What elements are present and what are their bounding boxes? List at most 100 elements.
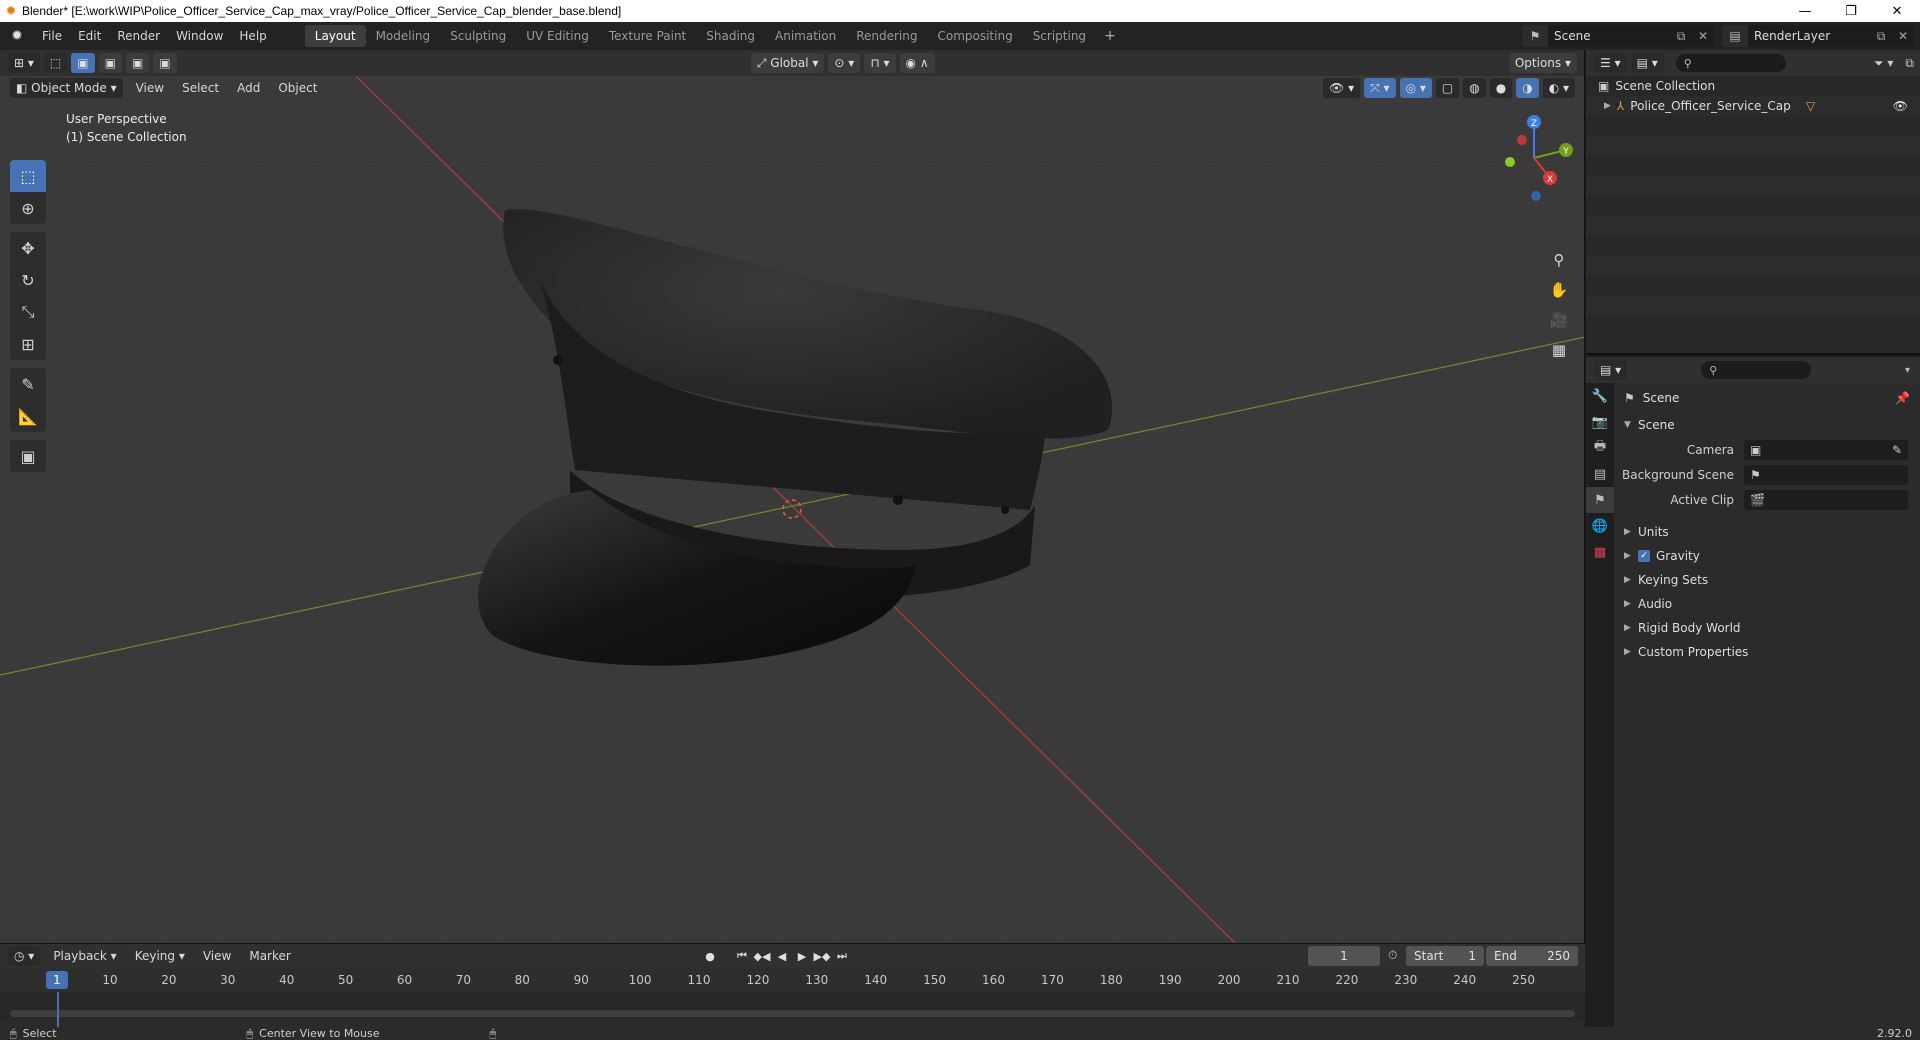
solid-shading-icon[interactable]: ● bbox=[1489, 78, 1513, 98]
gravity-checkbox[interactable]: ✓ bbox=[1638, 550, 1650, 562]
gizmo-neg-x-axis[interactable] bbox=[1517, 135, 1527, 145]
tab-texture-paint[interactable]: Texture Paint bbox=[599, 25, 696, 47]
tool-properties-tab-icon[interactable]: 🔧 bbox=[1586, 383, 1614, 409]
delete-scene-icon[interactable]: ✕ bbox=[1692, 29, 1714, 43]
xray-icon[interactable]: ▢ bbox=[1435, 78, 1460, 98]
pivot-point-icon[interactable]: ⊙ ▾ bbox=[828, 53, 861, 73]
camera-view-icon[interactable]: 🎥 bbox=[1544, 305, 1574, 335]
scene-selector[interactable]: ⚑ Scene ⧉ ✕ bbox=[1522, 25, 1714, 47]
play-reverse-icon[interactable]: ◀ bbox=[772, 946, 792, 966]
prev-keyframe-icon[interactable]: ◆◀ bbox=[752, 946, 772, 966]
navigation-gizmo[interactable]: Z Y X bbox=[1484, 110, 1584, 210]
select-invert-icon[interactable]: ▣ bbox=[153, 53, 177, 73]
transform-orientation-dropdown[interactable]: ⤢ Global ▾ bbox=[750, 53, 825, 73]
menu-render[interactable]: Render bbox=[109, 26, 168, 46]
display-mode-icon[interactable]: ▤ ▾ bbox=[1630, 53, 1664, 73]
gizmo-neg-z-axis[interactable] bbox=[1531, 191, 1541, 201]
menu-add[interactable]: Add bbox=[228, 81, 269, 95]
tab-animation[interactable]: Animation bbox=[765, 25, 846, 47]
eyedropper-icon[interactable]: ✎ bbox=[1892, 443, 1902, 457]
tab-scripting[interactable]: Scripting bbox=[1023, 25, 1096, 47]
overlay-toggle-icon[interactable]: ◎ ▾ bbox=[1399, 78, 1432, 98]
outliner-scene-collection[interactable]: ▣ Scene Collection bbox=[1586, 76, 1920, 96]
menu-window[interactable]: Window bbox=[168, 26, 231, 46]
tab-layout[interactable]: Layout bbox=[304, 25, 366, 47]
background-scene-field[interactable]: ⚑ bbox=[1744, 464, 1908, 485]
expand-arrow-icon[interactable]: ▶ bbox=[1604, 101, 1611, 111]
tab-uv-editing[interactable]: UV Editing bbox=[516, 25, 599, 47]
menu-object[interactable]: Object bbox=[269, 81, 326, 95]
render-properties-tab-icon[interactable]: 📷 bbox=[1586, 409, 1614, 435]
delete-renderlayer-icon[interactable]: ✕ bbox=[1892, 29, 1914, 43]
new-collection-icon[interactable]: ⧉ bbox=[1899, 56, 1920, 71]
close-button[interactable]: ✕ bbox=[1874, 0, 1920, 22]
active-clip-field[interactable]: 🎬 bbox=[1744, 489, 1908, 510]
transform-tool-icon[interactable]: ⊞ bbox=[10, 328, 46, 360]
rendered-shading-icon[interactable]: ◐ ▾ bbox=[1542, 78, 1575, 98]
menu-keying[interactable]: Keying ▾ bbox=[126, 949, 194, 963]
measure-tool-icon[interactable]: 📐 bbox=[10, 400, 46, 432]
current-frame-indicator[interactable]: 1 bbox=[46, 971, 68, 989]
timeline-track[interactable] bbox=[0, 992, 1585, 1022]
ortho-grid-icon[interactable]: ▦ bbox=[1544, 335, 1574, 365]
gravity-panel-header[interactable]: ▶ ✓ Gravity bbox=[1616, 544, 1920, 568]
move-tool-icon[interactable]: ✥ bbox=[10, 232, 46, 264]
keying-sets-panel-header[interactable]: ▶ Keying Sets bbox=[1616, 568, 1920, 592]
stopwatch-icon[interactable]: ⏱ bbox=[1388, 948, 1397, 963]
world-properties-tab-icon[interactable]: 🌐 bbox=[1586, 513, 1614, 539]
menu-help[interactable]: Help bbox=[231, 26, 274, 46]
minimize-button[interactable]: — bbox=[1782, 0, 1828, 22]
rigid-body-world-panel-header[interactable]: ▶ Rigid Body World bbox=[1616, 616, 1920, 640]
outliner-item-police-cap[interactable]: ▶ ⅄ Police_Officer_Service_Cap ▽ 👁 bbox=[1586, 96, 1920, 116]
annotate-tool-icon[interactable]: ✎ bbox=[10, 368, 46, 400]
zoom-icon[interactable]: ⚲ bbox=[1544, 245, 1574, 275]
next-keyframe-icon[interactable]: ▶◆ bbox=[812, 946, 832, 966]
camera-field[interactable]: ▣ ✎ bbox=[1744, 439, 1908, 460]
current-frame-field[interactable]: 1 bbox=[1308, 946, 1380, 966]
view-layer-tab-icon[interactable]: ▤ bbox=[1586, 461, 1614, 487]
properties-search-input[interactable]: ⚲ bbox=[1701, 361, 1812, 379]
material-shading-icon[interactable]: ◑ bbox=[1516, 78, 1539, 98]
record-icon[interactable]: ● bbox=[700, 946, 720, 966]
options-dropdown[interactable]: Options ▾ bbox=[1508, 53, 1578, 73]
start-frame-field[interactable]: Start 1 bbox=[1406, 946, 1484, 966]
menu-timeline-view[interactable]: View bbox=[194, 949, 240, 963]
blender-menu-icon[interactable]: ✹ bbox=[0, 28, 34, 44]
visibility-icon[interactable]: 👁 ▾ bbox=[1323, 78, 1361, 98]
maximize-button[interactable]: ❐ bbox=[1828, 0, 1874, 22]
editor-type-icon[interactable]: ⊞ ▾ bbox=[8, 53, 40, 73]
new-renderlayer-icon[interactable]: ⧉ bbox=[1870, 29, 1892, 44]
select-box-mode-icon[interactable]: ▣ bbox=[71, 53, 95, 73]
end-frame-field[interactable]: End 250 bbox=[1486, 946, 1578, 966]
pin-icon[interactable]: 📌 bbox=[1895, 391, 1910, 405]
snap-icon[interactable]: ⊓ ▾ bbox=[864, 53, 896, 73]
select-subtract-icon[interactable]: ▣ bbox=[125, 53, 150, 73]
add-cube-tool-icon[interactable]: ▣ bbox=[10, 440, 46, 472]
timeline-scrollbar[interactable] bbox=[10, 1010, 1575, 1017]
playhead-line[interactable] bbox=[57, 992, 59, 1028]
jump-start-icon[interactable]: ⏮ bbox=[732, 946, 752, 966]
add-workspace-icon[interactable]: + bbox=[1096, 28, 1124, 44]
scene-panel-header[interactable]: ▼ Scene bbox=[1616, 413, 1920, 437]
timeline-editor-type-icon[interactable]: ◷ ▾ bbox=[8, 946, 41, 966]
outliner-search-input[interactable]: ⚲ bbox=[1675, 54, 1786, 72]
tab-compositing[interactable]: Compositing bbox=[927, 25, 1022, 47]
menu-playback[interactable]: Playback ▾ bbox=[44, 949, 125, 963]
tab-rendering[interactable]: Rendering bbox=[846, 25, 927, 47]
select-extend-icon[interactable]: ▣ bbox=[98, 53, 122, 73]
menu-view[interactable]: View bbox=[127, 81, 173, 95]
custom-properties-panel-header[interactable]: ▶ Custom Properties bbox=[1616, 640, 1920, 664]
jump-end-icon[interactable]: ⏭ bbox=[832, 946, 852, 966]
menu-edit[interactable]: Edit bbox=[70, 26, 109, 46]
tab-shading[interactable]: Shading bbox=[696, 25, 765, 47]
rotate-tool-icon[interactable]: ↻ bbox=[10, 264, 46, 296]
gizmo-toggle-icon[interactable]: ⤧ ▾ bbox=[1364, 78, 1396, 98]
new-scene-icon[interactable]: ⧉ bbox=[1670, 29, 1692, 44]
scene-properties-tab-icon[interactable]: ⚑ bbox=[1586, 487, 1614, 513]
menu-select[interactable]: Select bbox=[173, 81, 228, 95]
audio-panel-header[interactable]: ▶ Audio bbox=[1616, 592, 1920, 616]
outliner-editor-type-icon[interactable]: ☰ ▾ bbox=[1594, 53, 1627, 73]
select-mode-icon[interactable]: ⬚ bbox=[43, 53, 68, 73]
scale-tool-icon[interactable]: ⤡ bbox=[10, 296, 46, 328]
units-panel-header[interactable]: ▶ Units bbox=[1616, 520, 1920, 544]
